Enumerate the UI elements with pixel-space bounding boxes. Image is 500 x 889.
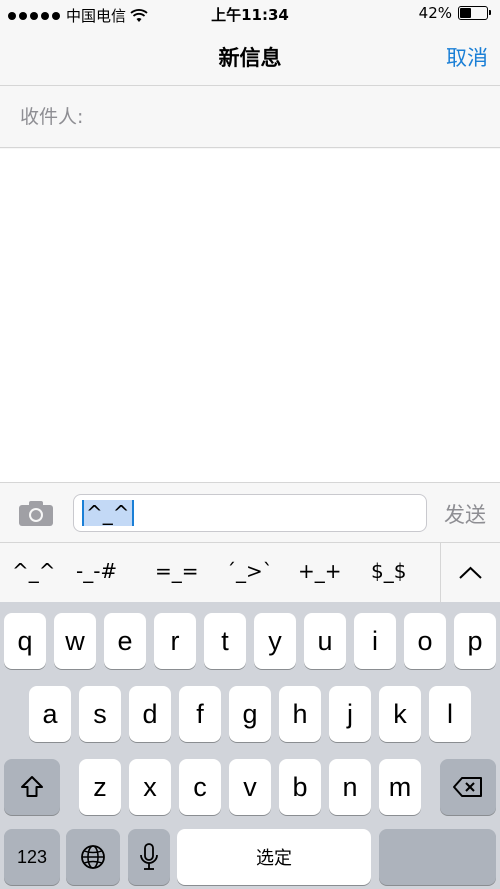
message-input[interactable]: ^_^ — [73, 494, 427, 532]
key-c[interactable]: c — [179, 759, 221, 815]
battery-icon — [458, 6, 491, 20]
candidate-item[interactable]: ´_>` — [226, 559, 273, 583]
nav-bar: 新信息 取消 — [0, 28, 500, 86]
globe-icon — [81, 845, 105, 869]
globe-key[interactable] — [66, 829, 120, 885]
key-f[interactable]: f — [179, 686, 221, 742]
recipient-field[interactable]: 收件人: — [0, 86, 500, 148]
numbers-key[interactable]: 123 — [4, 829, 60, 885]
delete-icon — [453, 777, 482, 797]
key-s[interactable]: s — [79, 686, 121, 742]
expand-candidates-button[interactable] — [441, 543, 500, 603]
key-d[interactable]: d — [129, 686, 171, 742]
key-j[interactable]: j — [329, 686, 371, 742]
key-v[interactable]: v — [229, 759, 271, 815]
page-title: 新信息 — [218, 46, 282, 70]
key-m[interactable]: m — [379, 759, 421, 815]
microphone-key[interactable] — [128, 829, 170, 885]
shift-key[interactable] — [4, 759, 60, 815]
battery-percent: 42% — [418, 4, 452, 22]
key-i[interactable]: i — [354, 613, 396, 669]
candidate-bar: ^_^ -_-# =_= ´_>` +_+ $_$ — [0, 542, 500, 603]
key-q[interactable]: q — [4, 613, 46, 669]
candidate-item[interactable]: $_$ — [371, 559, 406, 583]
key-z[interactable]: z — [79, 759, 121, 815]
key-g[interactable]: g — [229, 686, 271, 742]
delete-key[interactable] — [440, 759, 496, 815]
message-thread-area — [0, 149, 500, 482]
candidate-item[interactable]: ^_^ — [12, 559, 56, 583]
shift-icon — [21, 776, 43, 797]
camera-icon[interactable] — [18, 499, 54, 527]
key-e[interactable]: e — [104, 613, 146, 669]
status-bar: 中国电信 上午11:34 42% — [0, 0, 500, 28]
key-h[interactable]: h — [279, 686, 321, 742]
key-r[interactable]: r — [154, 613, 196, 669]
candidate-item[interactable]: -_-# — [76, 559, 117, 583]
key-k[interactable]: k — [379, 686, 421, 742]
microphone-icon — [140, 843, 158, 870]
recipient-label: 收件人: — [20, 106, 84, 128]
key-n[interactable]: n — [329, 759, 371, 815]
compose-bar: ^_^ 发送 — [0, 482, 500, 542]
key-t[interactable]: t — [204, 613, 246, 669]
candidate-item[interactable]: +_+ — [298, 559, 342, 583]
key-u[interactable]: u — [304, 613, 346, 669]
key-b[interactable]: b — [279, 759, 321, 815]
key-x[interactable]: x — [129, 759, 171, 815]
key-a[interactable]: a — [29, 686, 71, 742]
space-key[interactable]: 选定 — [177, 829, 371, 885]
send-button[interactable]: 发送 — [444, 499, 486, 529]
typed-text: ^_^ — [82, 500, 134, 526]
chevron-up-icon — [459, 566, 482, 579]
key-o[interactable]: o — [404, 613, 446, 669]
cancel-button[interactable]: 取消 — [446, 42, 488, 72]
candidate-item[interactable]: =_= — [155, 559, 199, 583]
status-right: 42% — [418, 4, 491, 22]
return-key[interactable] — [379, 829, 496, 885]
key-y[interactable]: y — [254, 613, 296, 669]
keyboard: q w e r t y u i o p a s d f g h j k l z … — [0, 602, 500, 889]
key-l[interactable]: l — [429, 686, 471, 742]
key-w[interactable]: w — [54, 613, 96, 669]
battery-level — [460, 8, 471, 18]
key-p[interactable]: p — [454, 613, 496, 669]
